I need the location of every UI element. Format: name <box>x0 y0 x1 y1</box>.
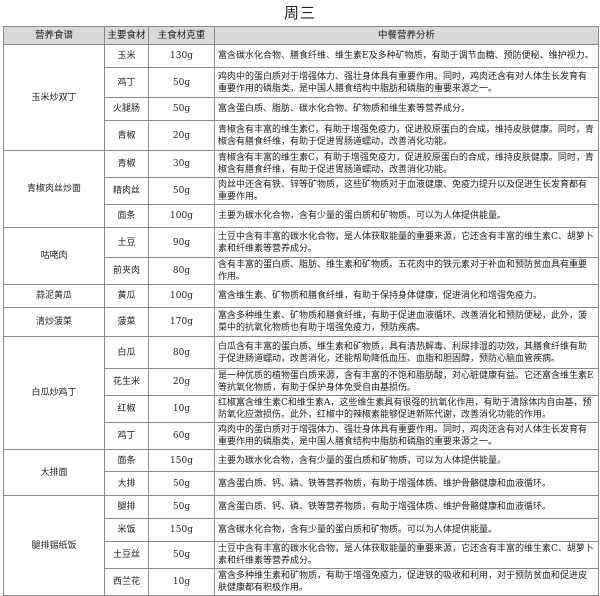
nutrition-analysis: 青椒含有丰富的维生素C，有助于增强免疫力，促进胶原蛋白的合成，维持皮肤健康。同时… <box>214 120 599 151</box>
table-header-row: 营养食谱 主要食材 主食材克重 中餐营养分析 <box>3 26 599 45</box>
nutrition-analysis: 主要为碳水化合物，含有少量的蛋白质和矿物质。可以为人体提供能量。 <box>214 204 599 228</box>
dish-name: 青椒肉丝炒面 <box>3 150 105 228</box>
ingredient-name: 大排 <box>104 471 149 496</box>
nutrition-analysis: 主要为碳水化合物，含有少量的蛋白质和矿物质，可以为人体提供能量。 <box>214 449 599 472</box>
ingredient-name: 黄瓜 <box>104 284 149 308</box>
ingredient-name: 土豆 <box>104 227 149 258</box>
ingredient-weight: 50g <box>148 495 215 519</box>
dish-name: 白瓜炒鸡丁 <box>3 336 105 450</box>
dish-name: 蒜泥黄瓜 <box>3 284 105 308</box>
table-row: 玉米炒双丁 玉米 130g 富含碳水化合物、膳食纤维、维生素E及多种矿物质，有助于调节… <box>3 44 599 151</box>
ingredient-weight: 60g <box>148 422 215 450</box>
ingredient-name: 火腿肠 <box>104 97 149 121</box>
nutrition-analysis: 红椒富含维生素C和维生素A，这些维生素具有很强的抗氧化作用，有助于清除体内自由基… <box>214 395 599 423</box>
dish-name: 腿排锡纸饭 <box>3 495 105 596</box>
dish-name: 咕咾肉 <box>3 227 105 285</box>
ingredient-weight: 80g <box>148 257 215 285</box>
nutrition-analysis: 含有丰富的蛋白质、脂肪、维生素和矿物质。五花肉中的铁元素对于补血和预防贫血具有重… <box>214 257 599 285</box>
ingredient-name: 菠菜 <box>104 307 149 337</box>
ingredient-name: 红椒 <box>104 395 149 423</box>
nutrition-analysis: 富含多种维生素、矿物质和膳食纤维，有助于促进血液循环、改善消化和预防便秘，此外，… <box>214 307 599 337</box>
nutrition-analysis: 青椒含有丰富的维生素C，有助于增强免疫力，促进胶原蛋白的合成，维持皮肤健康。同时… <box>214 150 599 178</box>
header-ingredient: 主要食材 <box>104 26 149 45</box>
ingredient-weight: 80g <box>148 336 215 369</box>
ingredient-name: 精肉丝 <box>104 177 149 205</box>
ingredient-weight: 150g <box>148 449 215 472</box>
header-weight: 主食材克重 <box>148 26 215 45</box>
nutrition-analysis: 肉丝中还含有铁、锌等矿物质，这些矿物质对于血液健康、免疫力提升以及促进生长发育都… <box>214 177 599 205</box>
ingredient-name: 鸡丁 <box>104 422 149 450</box>
nutrition-analysis: 土豆中含有丰富的碳水化合物，是人体获取能量的重要来源，它还含有丰富的维生素C、胡… <box>214 227 599 258</box>
dish-name: 大排面 <box>3 449 105 496</box>
ingredient-weight: 130g <box>148 44 215 68</box>
nutrition-analysis: 富含多种维生素和矿物质，有助于增强免疫力，促进铁的吸收和利用，对于预防贫血和促进… <box>214 568 599 596</box>
ingredient-weight: 100g <box>148 284 215 308</box>
ingredient-name: 前夹肉 <box>104 257 149 285</box>
nutrition-table: 营养食谱 主要食材 主食材克重 中餐营养分析 玉米炒双丁 玉米 130g 富含碳水化合… <box>3 26 599 596</box>
dish-name: 清炒菠菜 <box>3 307 105 337</box>
nutrition-analysis: 是一种优质的植物蛋白质来源，含有丰富的不饱和脂肪酸，对心脏健康有益。它还富含维生… <box>214 368 599 396</box>
nutrition-analysis: 鸡肉中的蛋白质对于增强体力、强壮身体具有重要作用。同时，鸡肉还含有对人体生长发育… <box>214 67 599 98</box>
header-analysis: 中餐营养分析 <box>214 26 599 45</box>
ingredient-weight: 150g <box>148 518 215 542</box>
page-title: 周三 <box>283 4 316 22</box>
ingredient-name: 玉米 <box>104 44 149 68</box>
nutrition-analysis: 土豆中含有丰富的碳水化合物，是人体获取能量的重要来源，它还含有丰富的维生素C、胡… <box>214 541 599 569</box>
nutrition-analysis: 富含碳水化合物、膳食纤维、维生素E及多种矿物质，有助于调节血糖、预防便秘、维护视… <box>214 44 599 68</box>
ingredient-name: 青椒 <box>104 120 149 151</box>
table-row: 白瓜炒鸡丁 白瓜 80g 白瓜含有丰富的蛋白质、维生素和矿物质，具有清热解毒、利尿排湿… <box>3 336 599 450</box>
ingredient-weight: 30g <box>148 150 215 178</box>
ingredient-weight: 10g <box>148 395 215 423</box>
ingredient-name: 鸡丁 <box>104 67 149 98</box>
ingredient-weight: 50g <box>148 541 215 569</box>
nutrition-analysis: 富含蛋白质、钙、磷、铁等营养物质，有助于增强体质、维护骨骼健康和血液循环。 <box>214 471 599 496</box>
ingredient-name: 面条 <box>104 204 149 228</box>
table-row: 清炒菠菜 菠菜 170g 富含多种维生素、矿物质和膳食纤维，有助于促进血液循环、改善消… <box>3 307 599 337</box>
nutrition-analysis: 鸡肉中的蛋白质对于增强体力、强壮身体具有重要作用。同时，鸡肉还含有对人体生长发育… <box>214 422 599 450</box>
ingredient-weight: 100g <box>148 204 215 228</box>
table-body: 玉米炒双丁 玉米 130g 富含碳水化合物、膳食纤维、维生素E及多种矿物质，有助于调节… <box>3 44 599 596</box>
header-dish: 营养食谱 <box>3 26 105 45</box>
ingredient-weight: 10g <box>148 568 215 596</box>
ingredient-name: 腿排 <box>104 495 149 519</box>
ingredient-name: 花生米 <box>104 368 149 396</box>
ingredient-name: 土豆丝 <box>104 541 149 569</box>
ingredient-weight: 90g <box>148 227 215 258</box>
ingredient-weight: 170g <box>148 307 215 337</box>
nutrition-analysis: 富含碳水化合物，含有少量的蛋白质和矿物质。可以为人体提供能量。 <box>214 518 599 542</box>
ingredient-weight: 50g <box>148 67 215 98</box>
table-row: 青椒肉丝炒面 青椒 30g 青椒含有丰富的维生素C，有助于增强免疫力，促进胶原蛋白的合… <box>3 150 599 228</box>
ingredient-name: 西兰花 <box>104 568 149 596</box>
nutrition-analysis: 富含蛋白质、脂肪、碳水化合物、矿物质和维生素等营养成分。 <box>214 97 599 121</box>
ingredient-name: 白瓜 <box>104 336 149 369</box>
ingredient-weight: 20g <box>148 368 215 396</box>
nutrition-analysis: 富含蛋白质、钙、磷、铁等营养物质，有助于增强体质、维护骨骼健康和血液循环。 <box>214 495 599 519</box>
ingredient-weight: 50g <box>148 97 215 121</box>
menu-sheet: 周三 营养食谱 主要食材 主食材克重 中餐营养分析 玉米炒双丁 玉米 130g 富含碳… <box>0 0 600 596</box>
ingredient-name: 米饭 <box>104 518 149 542</box>
dish-name: 玉米炒双丁 <box>3 44 105 151</box>
table-row: 咕咾肉 土豆 90g 土豆中含有丰富的碳水化合物，是人体获取能量的重要来源，它还含有丰… <box>3 227 599 285</box>
ingredient-weight: 50g <box>148 471 215 496</box>
table-row: 蒜泥黄瓜 黄瓜 100g 富含维生素、矿物质和膳食纤维，有助于保持身体健康，促进消化和… <box>3 284 599 308</box>
ingredient-name: 面条 <box>104 449 149 472</box>
nutrition-analysis: 白瓜含有丰富的蛋白质、维生素和矿物质，具有清热解毒、利尿排湿的功效，其膳食纤维有… <box>214 336 599 369</box>
table-row: 腿排锡纸饭 腿排 50g 富含蛋白质、钙、磷、铁等营养物质，有助于增强体质、维护骨骼健… <box>3 495 599 596</box>
table-row: 大排面 面条 150g 主要为碳水化合物，含有少量的蛋白质和矿物质，可以为人体提供能量… <box>3 449 599 496</box>
ingredient-weight: 20g <box>148 120 215 151</box>
ingredient-weight: 50g <box>148 177 215 205</box>
ingredient-name: 青椒 <box>104 150 149 178</box>
nutrition-analysis: 富含维生素、矿物质和膳食纤维，有助于保持身体健康，促进消化和增强免疫力。 <box>214 284 599 308</box>
